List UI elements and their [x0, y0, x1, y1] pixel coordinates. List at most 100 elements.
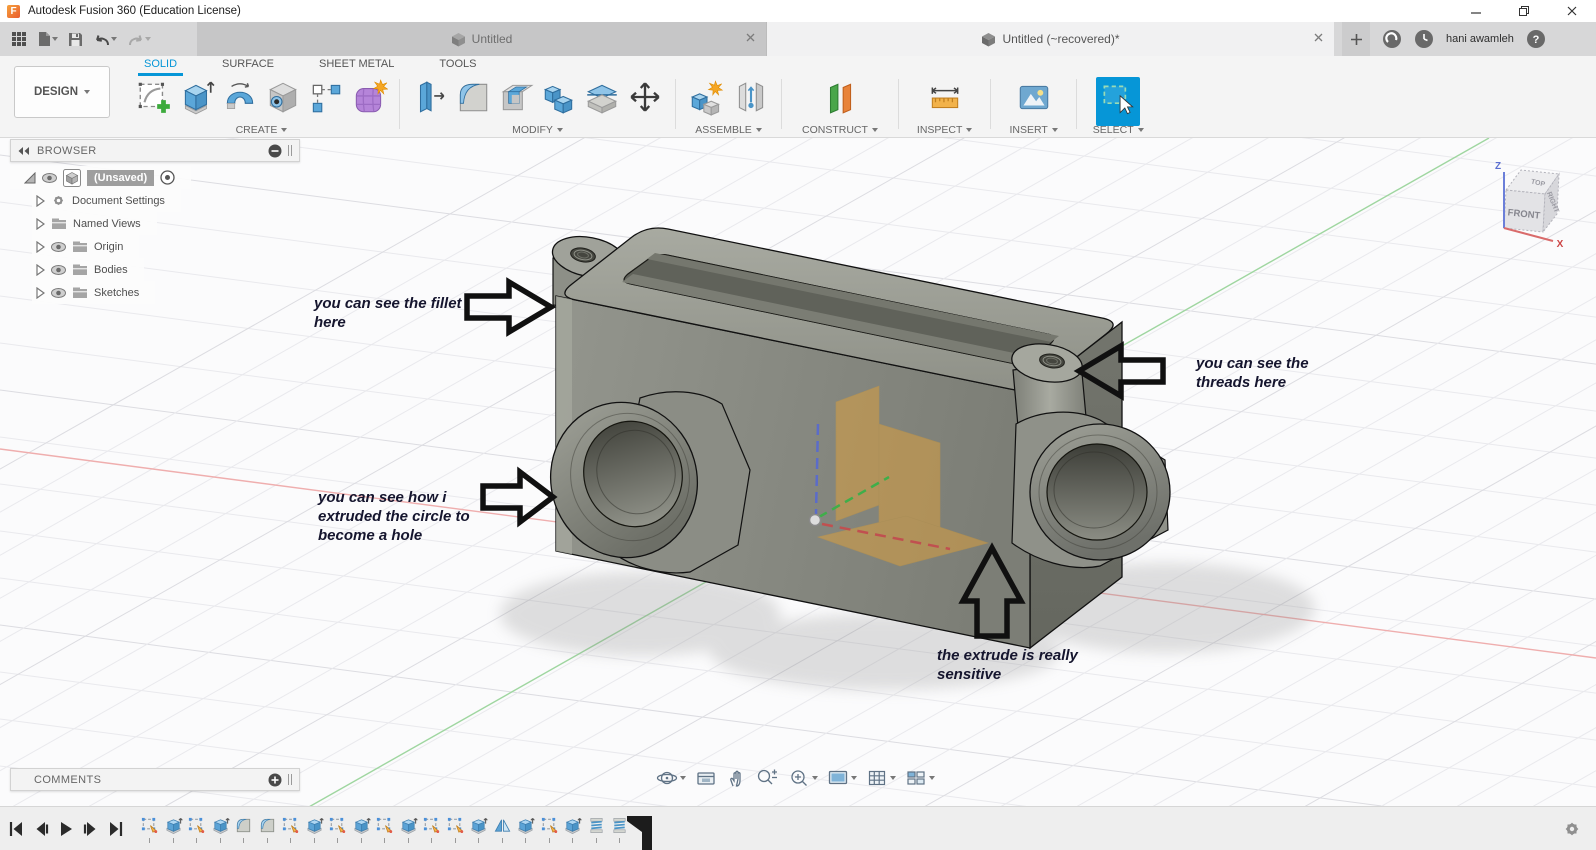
- help-icon[interactable]: ?: [1526, 29, 1546, 49]
- timeline-feature-extrude[interactable]: [563, 816, 582, 843]
- move-button[interactable]: [625, 77, 665, 122]
- orbit-button[interactable]: [655, 766, 687, 790]
- browser-row-document-settings[interactable]: Document Settings: [32, 189, 181, 212]
- inspect-menu[interactable]: INSPECT: [917, 124, 973, 136]
- origin-point[interactable]: [808, 513, 822, 527]
- chevron-right-icon[interactable]: [36, 286, 45, 299]
- joint-button[interactable]: [731, 77, 771, 122]
- timeline-feature-fillet[interactable]: [234, 816, 253, 843]
- undo-button[interactable]: [90, 29, 120, 50]
- tab-surface[interactable]: SURFACE: [216, 56, 280, 76]
- close-tab-icon[interactable]: [745, 32, 756, 43]
- chevron-right-icon[interactable]: [36, 240, 45, 253]
- timeline-feature-sketch[interactable]: [540, 816, 559, 843]
- go-to-end-button[interactable]: [108, 820, 124, 838]
- select-menu[interactable]: SELECT: [1093, 124, 1144, 136]
- close-tab-icon[interactable]: [1313, 32, 1324, 43]
- fit-button[interactable]: [787, 766, 819, 790]
- eye-visible-icon[interactable]: [51, 264, 66, 275]
- new-tab-button[interactable]: [1342, 22, 1370, 56]
- app-grid-icon[interactable]: [8, 28, 30, 50]
- construct-plane-button[interactable]: [820, 77, 860, 122]
- timeline-feature-extrude[interactable]: [469, 816, 488, 843]
- create-form-button[interactable]: [349, 77, 389, 122]
- browser-row-root[interactable]: (Unsaved): [10, 166, 192, 189]
- step-back-button[interactable]: [33, 820, 49, 838]
- select-button[interactable]: [1096, 77, 1141, 126]
- timeline-feature-extrude[interactable]: [516, 816, 535, 843]
- eye-visible-icon[interactable]: [51, 287, 66, 298]
- 3d-viewport[interactable]: FRONT TOP RIGHT Z X you can see the fill…: [0, 138, 1596, 850]
- combine-button[interactable]: [539, 77, 579, 122]
- play-button[interactable]: [58, 820, 74, 838]
- panel-grip[interactable]: [288, 774, 292, 785]
- hole-button[interactable]: [263, 77, 303, 122]
- activate-radio-icon[interactable]: [160, 170, 175, 185]
- tab-sheet-metal[interactable]: SHEET METAL: [313, 56, 400, 76]
- timeline-feature-extrude[interactable]: [399, 816, 418, 843]
- chevron-right-icon[interactable]: [36, 217, 45, 230]
- timeline-feature-sketch[interactable]: [422, 816, 441, 843]
- construct-menu[interactable]: CONSTRUCT: [802, 124, 878, 136]
- comments-header[interactable]: COMMENTS: [10, 768, 300, 791]
- minimize-button[interactable]: [1452, 0, 1500, 22]
- timeline-feature-sketch[interactable]: [281, 816, 300, 843]
- timeline-feature-extrude[interactable]: [305, 816, 324, 843]
- step-forward-button[interactable]: [83, 820, 99, 838]
- timeline-feature-extrude[interactable]: [352, 816, 371, 843]
- document-tab-untitled[interactable]: Untitled: [197, 22, 767, 56]
- timeline-feature-extrude[interactable]: [164, 816, 183, 843]
- timeline-feature-sketch[interactable]: [328, 816, 347, 843]
- collapse-panel-icon[interactable]: [18, 146, 31, 156]
- expand-triangle-icon[interactable]: [24, 171, 36, 184]
- eye-visible-icon[interactable]: [42, 172, 57, 183]
- job-status-clock-icon[interactable]: [1414, 29, 1434, 49]
- shell-button[interactable]: [496, 77, 536, 122]
- timeline-feature-sketch[interactable]: [140, 816, 159, 843]
- workspace-switcher[interactable]: DESIGN: [14, 66, 110, 118]
- create-menu[interactable]: CREATE: [236, 124, 288, 136]
- timeline-feature-mirror[interactable]: [493, 816, 512, 843]
- timeline-feature-sketch[interactable]: [375, 816, 394, 843]
- browser-row-bodies[interactable]: Bodies: [32, 258, 144, 281]
- zoom-button[interactable]: [754, 766, 780, 790]
- panel-grip[interactable]: [288, 145, 292, 156]
- restore-button[interactable]: [1500, 0, 1548, 22]
- timeline-feature-fillet[interactable]: [258, 816, 277, 843]
- fillet-button[interactable]: [453, 77, 493, 122]
- look-at-button[interactable]: [694, 766, 718, 790]
- split-body-button[interactable]: [582, 77, 622, 122]
- close-button[interactable]: [1548, 0, 1596, 22]
- browser-row-named-views[interactable]: Named Views: [32, 212, 157, 235]
- grid-snaps-button[interactable]: [865, 766, 897, 790]
- viewports-button[interactable]: [904, 766, 936, 790]
- create-sketch-button[interactable]: [134, 77, 174, 122]
- redo-button[interactable]: [124, 29, 154, 50]
- browser-row-sketches[interactable]: Sketches: [32, 281, 156, 304]
- minimize-panel-icon[interactable]: [268, 144, 282, 158]
- insert-canvas-button[interactable]: [1014, 77, 1054, 122]
- display-settings-button[interactable]: [826, 766, 858, 790]
- timeline-feature-sketch[interactable]: [187, 816, 206, 843]
- browser-row-origin[interactable]: Origin: [32, 235, 140, 258]
- pattern-button[interactable]: [306, 77, 346, 122]
- chevron-right-icon[interactable]: [36, 263, 45, 276]
- go-to-start-button[interactable]: [8, 820, 24, 838]
- tab-tools[interactable]: TOOLS: [433, 56, 482, 76]
- timeline-settings-gear-icon[interactable]: [1562, 819, 1582, 839]
- timeline-feature-sketch[interactable]: [446, 816, 465, 843]
- press-pull-button[interactable]: [410, 77, 450, 122]
- modify-menu[interactable]: MODIFY: [512, 124, 563, 136]
- 3d-model-junction-box[interactable]: [500, 227, 1315, 690]
- insert-menu[interactable]: INSERT: [1009, 124, 1058, 136]
- timeline-position-marker[interactable]: [626, 814, 654, 850]
- extensions-icon[interactable]: [1382, 29, 1402, 49]
- revolve-button[interactable]: [220, 77, 260, 122]
- assemble-menu[interactable]: ASSEMBLE: [695, 124, 762, 136]
- pan-button[interactable]: [725, 766, 747, 790]
- eye-visible-icon[interactable]: [51, 241, 66, 252]
- measure-button[interactable]: [925, 77, 965, 122]
- timeline-feature-thread[interactable]: [587, 816, 606, 843]
- save-button[interactable]: [65, 29, 86, 50]
- timeline-feature-extrude[interactable]: [211, 816, 230, 843]
